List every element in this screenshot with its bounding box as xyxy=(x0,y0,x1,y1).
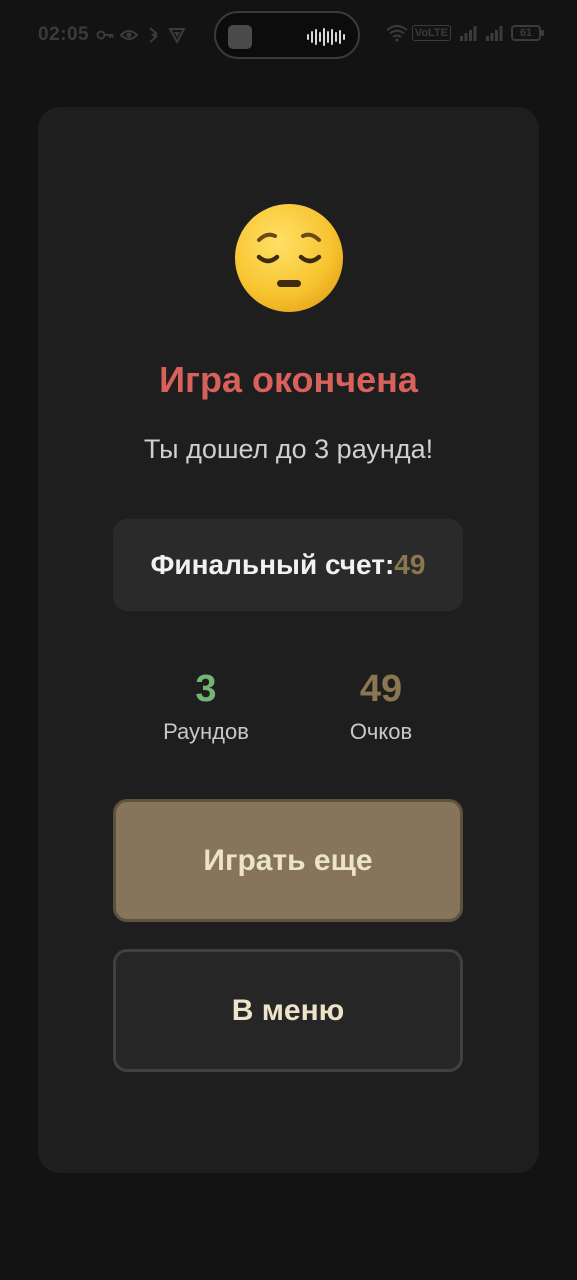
game-over-title: Игра окончена xyxy=(159,359,418,400)
menu-button[interactable]: В меню xyxy=(113,949,463,1072)
key-icon xyxy=(96,26,114,44)
points-label: Очков xyxy=(349,719,413,744)
battery-icon: 61 xyxy=(511,25,544,41)
final-score-box: Финальный счет: 49 xyxy=(113,519,463,611)
vpn-icon xyxy=(168,26,186,44)
stat-rounds: 3 Раундов xyxy=(116,667,296,745)
game-over-card: Игра окончена Ты дошел до 3 раунда! Фина… xyxy=(38,107,539,1173)
play-again-button[interactable]: Играть еще xyxy=(113,799,463,922)
status-time: 02:05 xyxy=(38,24,90,45)
sound-wave-icon xyxy=(307,28,345,46)
round-reached-text: Ты дошел до 3 раунда! xyxy=(143,434,434,464)
dynamic-island xyxy=(214,11,360,59)
status-bar: 02:05 VoLTE 61 xyxy=(0,0,577,72)
pensive-face-icon xyxy=(38,202,539,319)
volte-badge: VoLTE xyxy=(411,25,451,41)
status-left-icons xyxy=(96,26,186,44)
final-score-label: Финальный счет: xyxy=(150,549,395,580)
final-score-value: 49 xyxy=(394,549,426,580)
points-value: 49 xyxy=(359,668,403,710)
status-right-icons: VoLTE 61 xyxy=(386,24,544,42)
stat-points: 49 Очков xyxy=(291,667,471,745)
rounds-value: 3 xyxy=(195,668,217,710)
app-icon xyxy=(228,25,252,49)
rounds-label: Раундов xyxy=(163,719,249,744)
vibrate-icon xyxy=(144,26,162,44)
eye-icon xyxy=(120,26,138,44)
wifi-icon xyxy=(386,24,408,42)
signal-icon xyxy=(459,24,477,42)
signal-icon xyxy=(485,24,503,42)
